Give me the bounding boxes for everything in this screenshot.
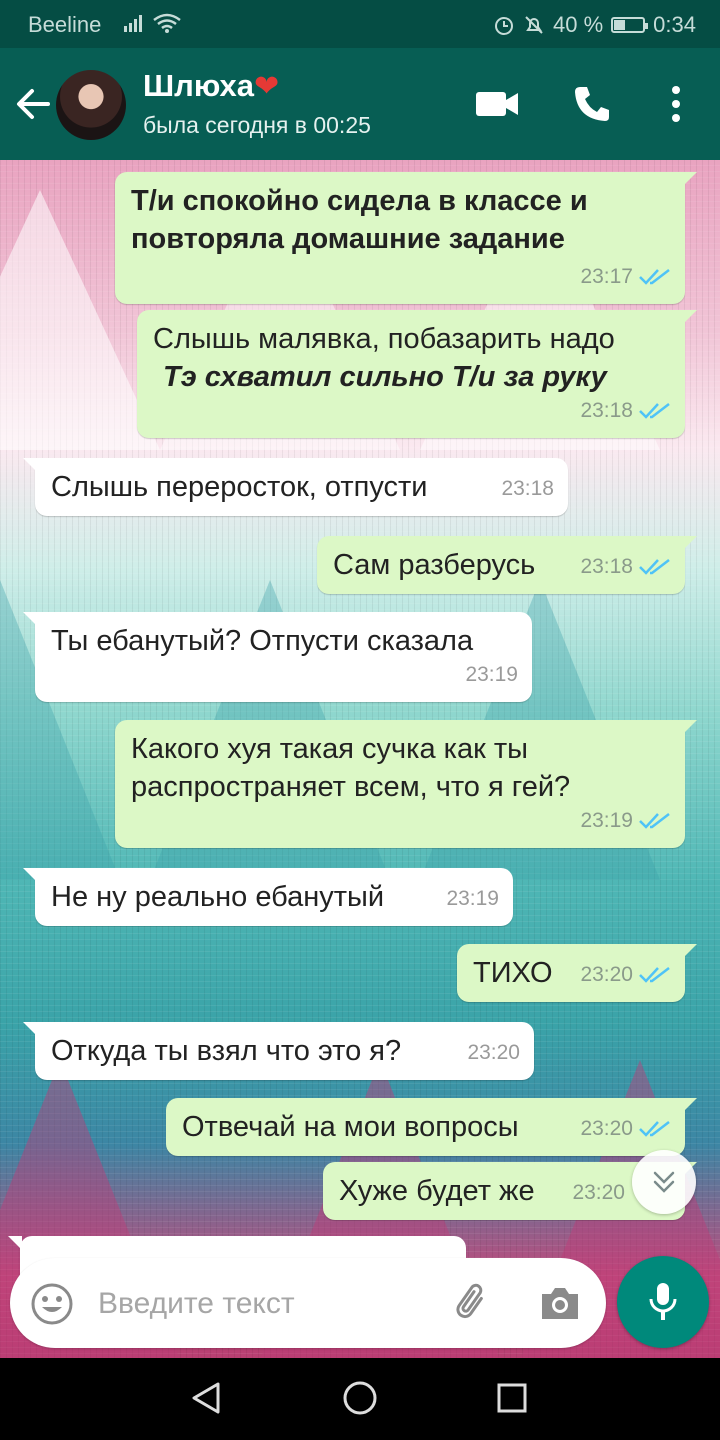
message-bubble-outgoing[interactable]: ТИХО 23:20 [457,944,697,1002]
contact-name-text: Шлюха [143,68,255,103]
message-time: 23:18 [501,477,554,500]
emoji-icon[interactable] [30,1282,74,1326]
message-bubble-outgoing[interactable]: Хуже будет же 23:20 [323,1162,697,1220]
scroll-to-bottom-button[interactable] [632,1150,696,1214]
message-text: Откуда ты взял что это я? [51,1035,402,1067]
message-text: Хуже будет же [339,1175,535,1207]
message-text: Ты ебанутый? Отпусти сказала [51,625,474,657]
message-text: Слышь малявка, побазарить надо [153,323,615,355]
carrier-label: Beeline [28,12,102,37]
message-text: Отвечай на мои вопросы [182,1111,519,1143]
camera-icon[interactable] [538,1282,582,1324]
nav-recents-icon[interactable] [494,1380,530,1416]
last-seen-status: была сегодня в 00:25 [143,112,371,138]
message-time: 23:19 [580,809,633,832]
mic-button[interactable] [617,1256,709,1348]
message-text: ТИХО [473,957,553,989]
message-composer [10,1258,606,1348]
message-bubble-outgoing[interactable]: Слышь малявка, побазарить надо Тэ схвати… [137,310,697,438]
chat-background[interactable]: Т/и спокойно сидела в классе и повторяла… [0,160,720,1360]
double-chevron-down-icon [653,1171,675,1193]
battery-percent: 40 % [553,12,604,37]
nav-home-icon[interactable] [342,1380,378,1416]
video-call-icon[interactable] [474,84,520,124]
clock: 0:34 [653,12,696,37]
message-time: 23:19 [465,663,518,686]
read-ticks-icon [639,559,670,575]
message-bubble-outgoing[interactable]: Какого хуя такая сучка как ты распростра… [115,720,697,848]
message-bubble-incoming[interactable]: Ты ебанутый? Отпусти сказала 23:19 [23,612,532,702]
message-bubble-incoming[interactable]: Откуда ты взял что это я? 23:20 [23,1022,534,1080]
message-text: повторяла домашние задание [131,223,565,255]
wifi-icon [153,13,181,33]
alarm-icon [495,17,514,35]
message-bubble-outgoing[interactable]: Т/и спокойно сидела в классе и повторяла… [115,172,697,304]
message-time: 23:18 [580,555,633,578]
battery-icon [611,17,649,33]
read-ticks-icon [639,1121,670,1137]
message-time: 23:17 [580,265,633,288]
message-time: 23:19 [446,887,499,910]
message-text: Тэ схватил сильно Т/и за руку [163,361,607,393]
message-text: Не ну реально ебанутый [51,881,385,913]
read-ticks-icon [639,967,670,983]
more-vert-icon[interactable] [664,84,688,124]
read-ticks-icon [639,403,670,419]
message-time: 23:20 [572,1181,625,1204]
message-bubble-incoming[interactable]: Не ну реально ебанутый 23:19 [23,868,513,926]
message-bubble-outgoing[interactable]: Сам разберусь 23:18 [317,536,697,594]
read-ticks-icon [639,813,670,829]
message-bubble-incoming[interactable]: Слышь переросток, отпусти 23:18 [23,458,568,516]
attach-icon[interactable] [450,1280,496,1326]
phone-icon[interactable] [572,84,612,124]
message-text: Сам разберусь [333,549,536,581]
message-time: 23:20 [467,1041,520,1064]
back-arrow-icon[interactable] [14,86,54,122]
message-time: 23:20 [580,963,633,986]
message-time: 23:18 [580,399,633,422]
avatar[interactable] [56,70,126,140]
message-text: Т/и спокойно сидела в классе и [131,185,588,217]
message-text: Слышь переросток, отпусти [51,471,428,503]
heart-emoji: ❤ [254,70,280,103]
mic-icon [649,1283,677,1320]
message-text: распространяет всем, что я гей? [131,771,571,803]
chat-header: Шлюха❤ была сегодня в 00:25 [0,48,720,160]
status-bar: Beeline 40 % 0:34 [0,0,720,48]
battery-fill [614,20,625,30]
signal-icon [124,15,142,32]
message-text: Какого хуя такая сучка как ты [131,733,528,765]
read-ticks-icon [639,269,670,285]
contact-name[interactable]: Шлюха❤ [143,68,279,104]
message-input[interactable] [96,1280,430,1328]
message-time: 23:20 [580,1117,633,1140]
system-nav-bar [0,1358,720,1440]
nav-back-icon[interactable] [188,1380,224,1416]
message-bubble-outgoing[interactable]: Отвечай на мои вопросы 23:20 [166,1098,697,1156]
mute-icon [525,16,543,34]
